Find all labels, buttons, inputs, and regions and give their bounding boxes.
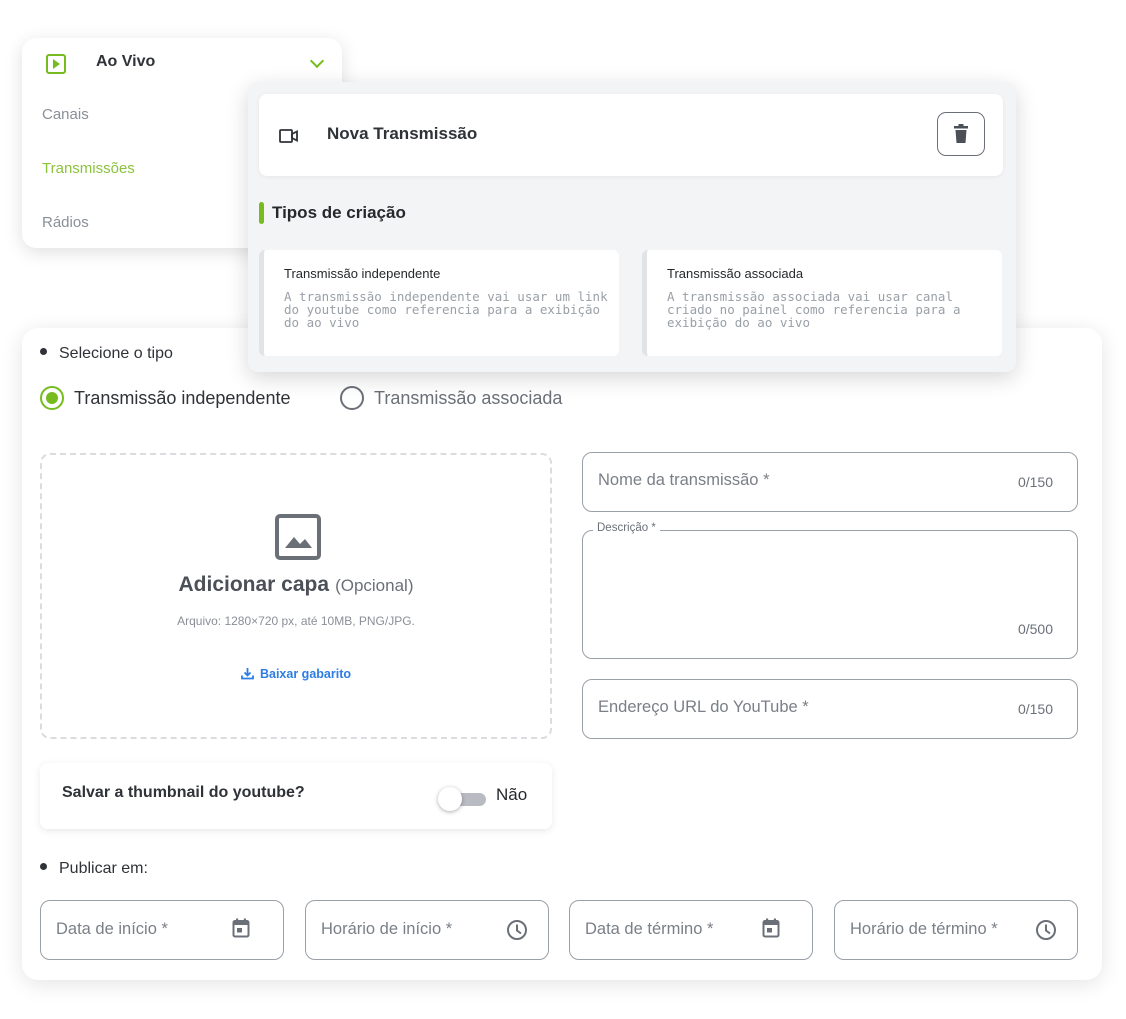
creation-types-title: Tipos de criação [272,203,406,222]
radio-label-associada: Transmissão associada [374,387,563,408]
youtube-url-field[interactable]: Endereço URL do YouTube * 0/150 [582,679,1078,739]
download-icon [241,668,254,680]
cover-file-hint: Arquivo: 1280×720 px, até 10MB, PNG/JPG. [177,614,415,628]
type-card-independente[interactable]: Transmissão independente A transmissão i… [259,250,619,356]
sidebar-item-radios[interactable]: Rádios [42,214,89,231]
calendar-icon[interactable] [762,918,780,938]
save-thumbnail-toggle[interactable] [438,787,486,811]
description-counter: 0/500 [1017,621,1053,637]
new-transmission-title: Nova Transmissão [327,124,478,143]
new-transmission-panel: Nova Transmissão Tipos de criação Transm… [248,82,1016,372]
radio-label-independente: Transmissão independente [74,387,291,408]
trash-icon [954,124,968,143]
end-time-placeholder: Horário de término * [850,920,998,938]
sidebar-section-ao-vivo[interactable]: Ao Vivo [22,38,342,88]
end-time-field[interactable]: Horário de término * [834,900,1078,960]
start-date-field[interactable]: Data de início * [40,900,284,960]
start-time-field[interactable]: Horário de início * [305,900,549,960]
transmission-name-field[interactable]: Nome da transmissão * 0/150 [582,452,1078,512]
cover-title-row: Adicionar capa (Opcional) [42,573,550,597]
cover-title: Adicionar capa [178,573,330,596]
select-type-label: Selecione o tipo [40,345,173,363]
clock-icon[interactable] [1035,919,1057,941]
save-thumbnail-row: Salvar a thumbnail do youtube? Não [40,763,552,829]
start-date-placeholder: Data de início * [56,920,168,938]
sidebar-item-transmissoes[interactable]: Transmissões [42,160,135,177]
new-transmission-header: Nova Transmissão [259,94,1003,176]
description-label: Descrição * [593,522,660,534]
end-date-field[interactable]: Data de término * [569,900,813,960]
transmission-name-counter: 0/150 [1017,474,1053,490]
play-icon [46,54,66,74]
radio-independente[interactable]: Transmissão independente [40,386,290,410]
youtube-url-counter: 0/150 [1017,701,1053,717]
toggle-value: Não [496,785,528,804]
save-thumbnail-label: Salvar a thumbnail do youtube? [62,784,305,801]
cover-upload-area[interactable]: Adicionar capa (Opcional) Arquivo: 1280×7… [40,453,552,739]
publish-label: Publicar em: [40,860,148,878]
type-card-description: A transmissão independente vai usar um l… [284,289,608,330]
toggle-knob[interactable] [438,787,462,811]
clock-icon[interactable] [506,919,528,941]
type-card-title: Transmissão associada [667,266,804,281]
chevron-down-icon[interactable] [309,53,325,69]
radio-button-unchecked[interactable] [340,386,364,410]
cover-optional-label: (Opcional) [335,576,414,595]
radio-button-checked[interactable] [40,386,64,410]
transmission-form: Selecione o tipo Transmissão independent… [22,328,1102,980]
sidebar-item-canais[interactable]: Canais [42,106,89,123]
video-camera-icon [279,129,298,143]
radio-associada[interactable]: Transmissão associada [340,386,562,410]
calendar-icon[interactable] [232,918,250,938]
delete-button[interactable] [937,112,985,156]
type-card-title: Transmissão independente [284,266,441,281]
description-field[interactable]: Descrição * 0/500 [582,522,1078,659]
section-accent-bar [259,202,264,224]
download-template-label: Baixar gabarito [259,667,351,681]
type-card-associada[interactable]: Transmissão associada A transmissão asso… [642,250,1002,356]
end-date-placeholder: Data de término * [585,920,714,938]
download-template-link[interactable]: Baixar gabarito [42,667,550,681]
transmission-name-placeholder: Nome da transmissão * [598,471,770,489]
type-card-description: A transmissão associada vai usar canal c… [667,289,961,330]
start-time-placeholder: Horário de início * [321,920,453,938]
sidebar-section-title: Ao Vivo [96,53,156,70]
image-icon [275,514,321,560]
youtube-url-placeholder: Endereço URL do YouTube * [598,698,809,716]
